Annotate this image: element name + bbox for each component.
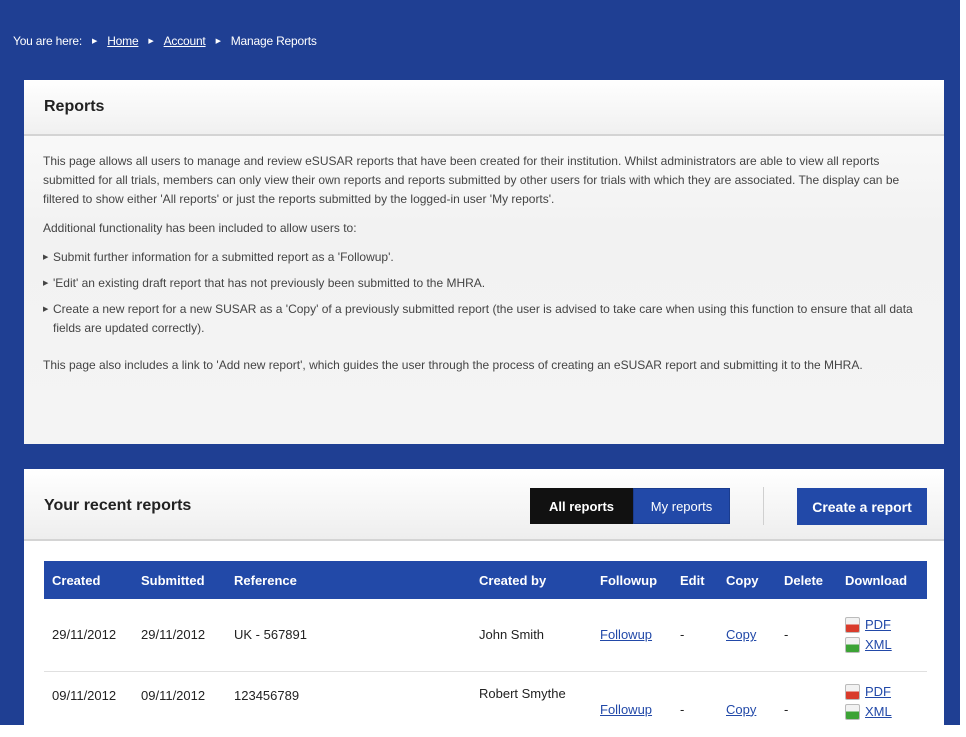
copy-link[interactable]: Copy: [726, 627, 756, 642]
intro-paragraph: This page allows all users to manage and…: [43, 154, 900, 206]
followup-link[interactable]: Followup: [600, 627, 652, 642]
bullet-icon: ▶: [43, 280, 49, 287]
followup-link[interactable]: Followup: [600, 702, 652, 717]
pdf-link[interactable]: PDF: [865, 617, 891, 632]
bullet-icon: ▶: [43, 254, 49, 261]
xml-file-icon: [845, 703, 860, 720]
xml-download[interactable]: XML: [845, 636, 927, 653]
pdf-file-icon: [845, 616, 860, 633]
cell-download: PDF XML: [837, 671, 927, 725]
cell-edit: -: [672, 599, 718, 672]
list-item-text: Submit further information for a submitt…: [53, 250, 394, 264]
reports-info-panel: Reports This page allows all users to ma…: [24, 80, 944, 444]
reports-panel-header: Reports: [24, 80, 944, 136]
recent-reports-title: Your recent reports: [44, 497, 192, 514]
xml-download[interactable]: XML: [845, 703, 927, 720]
xml-link[interactable]: XML: [865, 704, 892, 719]
cell-copy: Copy: [718, 671, 776, 725]
column-header-created-by[interactable]: Created by: [471, 561, 592, 599]
column-header-edit: Edit: [672, 561, 718, 599]
chevron-right-icon: ▶: [215, 38, 221, 45]
intro-paragraph: This page also includes a link to 'Add n…: [43, 358, 863, 372]
cell-created: 29/11/2012: [44, 599, 133, 672]
reports-intro: This page allows all users to manage and…: [24, 136, 944, 375]
column-header-reference[interactable]: Reference: [226, 561, 471, 599]
cell-delete: -: [776, 671, 837, 725]
xml-file-icon: [845, 636, 860, 653]
intro-paragraph: Additional functionality has been includ…: [43, 221, 357, 235]
pdf-download[interactable]: PDF: [845, 683, 927, 700]
functionality-list: ▶ Submit further information for a submit…: [43, 248, 926, 338]
column-header-delete: Delete: [776, 561, 837, 599]
download-links: PDF XML: [845, 616, 927, 653]
breadcrumb: You are here: ▶ Home ▶ Account ▶ Manage …: [13, 34, 317, 48]
cell-created-by: John Smith: [471, 599, 592, 672]
cell-submitted: 29/11/2012: [133, 599, 226, 672]
list-item: ▶ Submit further information for a submit…: [43, 248, 926, 267]
cell-submitted: 09/11/2012: [133, 671, 226, 725]
cell-reference: 123456789: [226, 671, 471, 725]
breadcrumb-home-link[interactable]: Home: [107, 34, 138, 48]
cell-copy: Copy: [718, 599, 776, 672]
chevron-right-icon: ▶: [92, 38, 98, 45]
list-item: ▶ 'Edit' an existing draft report that ha…: [43, 274, 926, 293]
list-item-text: Create a new report for a new SUSAR as a…: [53, 302, 913, 335]
column-header-submitted[interactable]: Submitted: [133, 561, 226, 599]
xml-link[interactable]: XML: [865, 637, 892, 652]
cell-followup: Followup: [592, 671, 672, 725]
cell-download: PDF XML: [837, 599, 927, 672]
page-frame: You are here: ▶ Home ▶ Account ▶ Manage …: [0, 0, 960, 725]
list-item: ▶ Create a new report for a new SUSAR as …: [43, 300, 926, 338]
divider: [763, 487, 764, 525]
report-filter-toggle: All reports My reports: [530, 488, 730, 524]
breadcrumb-prefix: You are here:: [13, 34, 83, 48]
column-header-created[interactable]: Created: [44, 561, 133, 599]
reports-table: Created Submitted Reference Created by F…: [44, 561, 927, 725]
list-item-text: 'Edit' an existing draft report that has…: [53, 276, 486, 290]
breadcrumb-current: Manage Reports: [230, 34, 317, 48]
pdf-download[interactable]: PDF: [845, 616, 927, 633]
download-links: PDF XML: [845, 683, 927, 720]
my-reports-button[interactable]: My reports: [633, 488, 730, 524]
chevron-right-icon: ▶: [148, 38, 154, 45]
table-row: 09/11/2012 09/11/2012 123456789 Robert S…: [44, 671, 927, 725]
pdf-file-icon: [845, 683, 860, 700]
cell-delete: -: [776, 599, 837, 672]
table-header-row: Created Submitted Reference Created by F…: [44, 561, 927, 599]
cell-created-by: Robert Smythe: [471, 671, 592, 725]
recent-reports-panel: Your recent reports All reports My repor…: [24, 469, 944, 725]
copy-link[interactable]: Copy: [726, 702, 756, 717]
column-header-copy: Copy: [718, 561, 776, 599]
cell-followup: Followup: [592, 599, 672, 672]
create-report-button[interactable]: Create a report: [797, 488, 927, 525]
cell-edit: -: [672, 671, 718, 725]
reports-panel-title: Reports: [44, 98, 105, 115]
table-row: 29/11/2012 29/11/2012 UK - 567891 John S…: [44, 599, 927, 672]
breadcrumb-account-link[interactable]: Account: [164, 34, 206, 48]
column-header-download: Download: [837, 561, 927, 599]
bullet-icon: ▶: [43, 306, 49, 313]
recent-reports-header: Your recent reports All reports My repor…: [24, 469, 944, 541]
cell-reference: UK - 567891: [226, 599, 471, 672]
all-reports-button[interactable]: All reports: [530, 488, 633, 524]
column-header-followup: Followup: [592, 561, 672, 599]
cell-created: 09/11/2012: [44, 671, 133, 725]
pdf-link[interactable]: PDF: [865, 684, 891, 699]
